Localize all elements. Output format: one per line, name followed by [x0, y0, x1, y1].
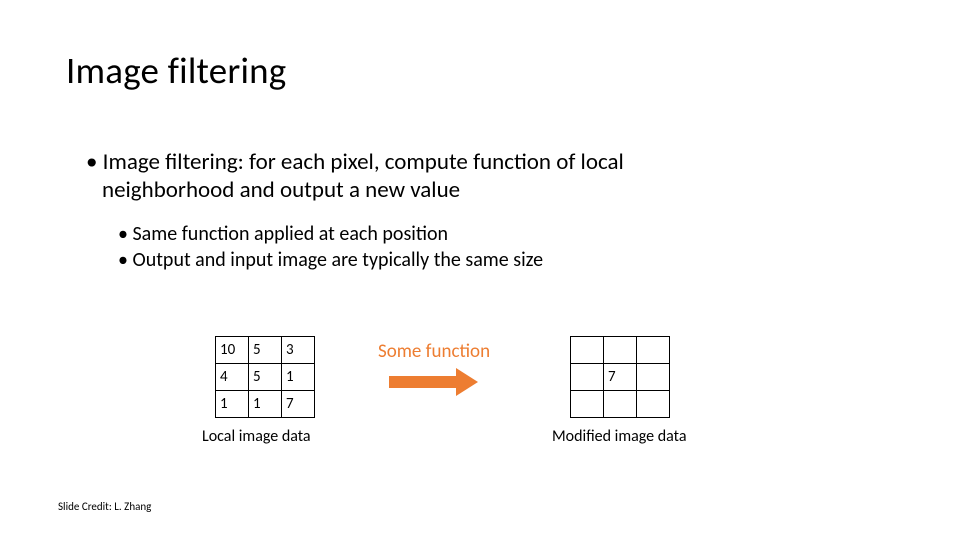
cell — [604, 391, 637, 418]
bullet-level2-a: Same function applied at each position — [118, 222, 448, 246]
local-image-caption: Local image data — [202, 427, 311, 446]
cell — [637, 364, 670, 391]
cell: 7 — [604, 364, 637, 391]
cell: 1 — [216, 391, 249, 418]
table-row: 4 5 1 — [216, 364, 315, 391]
slide-credit: Slide Credit: L. Zhang — [58, 500, 151, 513]
table-row: 10 5 3 — [216, 337, 315, 364]
local-image-grid: 10 5 3 4 5 1 1 1 7 — [215, 336, 315, 418]
arrow-icon — [388, 370, 478, 394]
cell — [571, 364, 604, 391]
cell: 3 — [282, 337, 315, 364]
cell: 5 — [249, 337, 282, 364]
cell — [637, 391, 670, 418]
table-row — [571, 337, 670, 364]
cell — [604, 337, 637, 364]
table-row: 7 — [571, 364, 670, 391]
slide: Image filtering Image filtering: for eac… — [0, 0, 960, 540]
cell — [571, 337, 604, 364]
bullet-level1-line2: neighborhood and output a new value — [102, 176, 460, 204]
bullet-level1-line1: Image filtering: for each pixel, compute… — [86, 148, 866, 177]
cell: 1 — [282, 364, 315, 391]
cell: 5 — [249, 364, 282, 391]
slide-title: Image filtering — [66, 48, 286, 93]
table-row: 1 1 7 — [216, 391, 315, 418]
modified-image-grid: 7 — [570, 336, 670, 418]
cell: 10 — [216, 337, 249, 364]
cell: 1 — [249, 391, 282, 418]
cell: 4 — [216, 364, 249, 391]
cell — [637, 337, 670, 364]
cell: 7 — [282, 391, 315, 418]
bullet-level2-b: Output and input image are typically the… — [118, 248, 543, 272]
modified-image-caption: Modified image data — [552, 427, 687, 446]
some-function-label: Some function — [378, 340, 490, 363]
table-row — [571, 391, 670, 418]
cell — [571, 391, 604, 418]
